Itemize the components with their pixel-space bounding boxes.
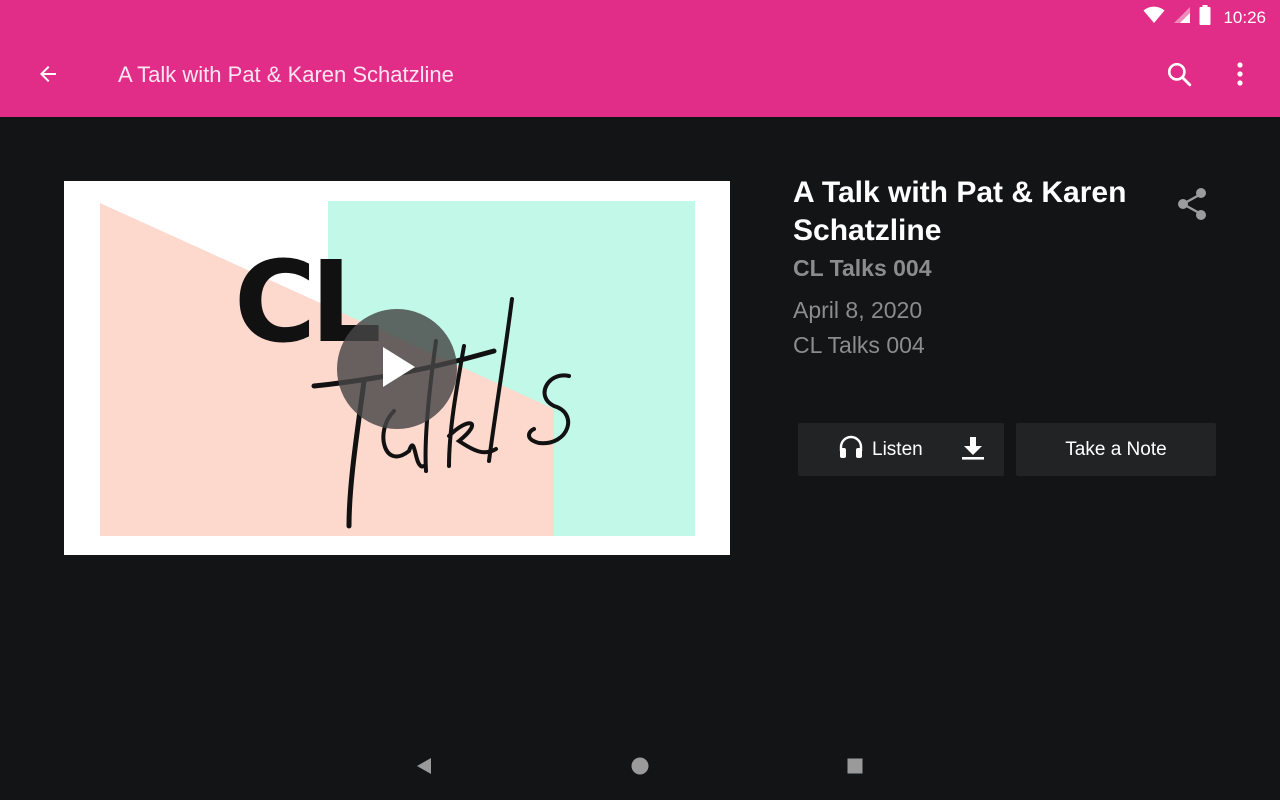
status-icons: 10:26	[1143, 5, 1266, 30]
search-icon	[1166, 61, 1192, 92]
back-button[interactable]	[28, 56, 68, 96]
share-icon	[1175, 187, 1209, 226]
nav-recents-button[interactable]	[841, 754, 869, 782]
more-vert-icon	[1236, 61, 1244, 91]
status-time: 10:26	[1223, 7, 1266, 27]
wifi-icon	[1143, 6, 1165, 29]
download-button[interactable]	[958, 435, 988, 465]
listen-button[interactable]: Listen	[798, 423, 1004, 476]
headphones-icon	[838, 435, 864, 464]
nav-back-button[interactable]	[410, 754, 438, 782]
play-button[interactable]	[337, 309, 457, 429]
toolbar: A Talk with Pat & Karen Schatzline	[0, 34, 1280, 117]
play-icon	[375, 343, 419, 396]
nav-home-icon	[630, 756, 650, 781]
battery-icon	[1199, 5, 1211, 30]
nav-back-icon	[415, 756, 433, 781]
episode-subtitle: CL Talks 004	[793, 255, 932, 281]
episode-series: CL Talks 004	[793, 332, 925, 358]
nav-recents-icon	[846, 757, 864, 780]
arrow-back-icon	[36, 62, 60, 91]
search-button[interactable]	[1158, 55, 1200, 97]
episode-title: A Talk with Pat & Karen Schatzline	[793, 176, 1127, 247]
app-bar: 10:26 A Talk with Pat & Karen Schatzline	[0, 0, 1280, 117]
listen-button-content: Listen	[838, 423, 923, 476]
system-navigation-bar	[0, 736, 1280, 800]
cell-signal-icon	[1173, 6, 1191, 29]
listen-label: Listen	[872, 438, 923, 460]
take-note-button[interactable]: Take a Note	[1016, 423, 1216, 476]
more-options-button[interactable]	[1220, 55, 1260, 97]
share-button[interactable]	[1172, 186, 1212, 226]
nav-home-button[interactable]	[626, 754, 654, 782]
take-note-label: Take a Note	[1065, 438, 1167, 460]
episode-date: April 8, 2020	[793, 297, 923, 323]
toolbar-title: A Talk with Pat & Karen Schatzline	[118, 62, 454, 87]
download-icon	[960, 435, 986, 466]
status-bar: 10:26	[0, 0, 1280, 34]
episode-thumbnail[interactable]: CL	[64, 181, 730, 555]
